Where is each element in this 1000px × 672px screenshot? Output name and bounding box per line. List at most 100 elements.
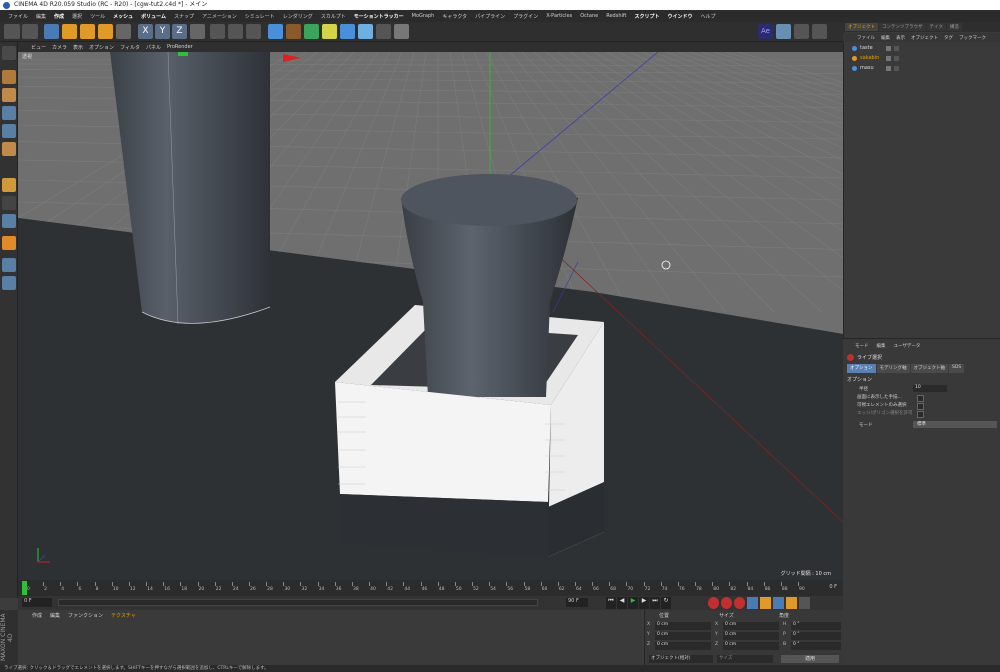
grid-icon[interactable] <box>2 276 16 290</box>
texture-mode-icon[interactable] <box>2 88 16 102</box>
3d-viewport[interactable]: 透視 グリッド間隔 : 10 cm <box>18 52 843 580</box>
polygons-mode-icon[interactable] <box>2 142 16 156</box>
coordinate-system-icon[interactable] <box>190 24 205 39</box>
menu-item[interactable]: アニメーション <box>198 13 241 20</box>
object-menu-item[interactable]: ブックマーク <box>959 35 986 41</box>
manager-tab[interactable]: 構造 <box>946 23 962 31</box>
attribute-tab[interactable]: オプション <box>847 364 876 373</box>
pen-spline-icon[interactable] <box>286 24 301 39</box>
viewport-menu-item[interactable]: 表示 <box>70 44 86 51</box>
x-axis-lock-icon[interactable]: X <box>138 24 153 39</box>
checkmark-icon[interactable] <box>894 56 899 61</box>
position-field[interactable]: 0 cm <box>655 632 711 640</box>
size-field[interactable]: 0 cm <box>723 642 779 650</box>
menu-item[interactable]: 編集 <box>32 13 50 20</box>
menu-item[interactable]: ヘルプ <box>697 13 720 20</box>
menu-item[interactable]: キャラクタ <box>438 13 471 20</box>
live-select-tool-icon[interactable] <box>44 24 59 39</box>
go-end-icon[interactable]: ⏭ <box>650 597 660 609</box>
recent-tool-icon[interactable] <box>116 24 131 39</box>
make-editable-icon[interactable] <box>2 46 16 60</box>
menu-item[interactable]: ファイル <box>4 13 32 20</box>
play-icon[interactable]: ▶ <box>628 597 638 609</box>
viewport-menu-item[interactable]: パネル <box>143 44 164 51</box>
menu-item[interactable]: ボリューム <box>137 13 170 20</box>
attribute-tab[interactable]: モデリング軸 <box>876 364 910 373</box>
object-menu-item[interactable]: タグ <box>944 35 953 41</box>
timeline-menu-icon[interactable] <box>799 597 810 609</box>
radius-field[interactable]: 10 <box>913 385 947 392</box>
record-icon[interactable] <box>708 597 719 609</box>
render-settings-icon[interactable] <box>246 24 261 39</box>
manager-tab[interactable]: テイク <box>926 23 946 31</box>
size-field[interactable]: 0 cm <box>723 632 779 640</box>
apply-button[interactable]: 適用 <box>781 655 839 663</box>
export-icon[interactable] <box>794 24 809 39</box>
loop-icon[interactable]: ↻ <box>661 597 671 609</box>
scale-tool-icon[interactable] <box>80 24 95 39</box>
viewport-menu-item[interactable]: オプション <box>86 44 117 51</box>
attribute-checkbox[interactable] <box>917 395 924 402</box>
manager-tab[interactable]: オブジェクト <box>845 23 878 31</box>
attribute-checkbox[interactable] <box>917 403 924 410</box>
render-picture-viewer-icon[interactable] <box>228 24 243 39</box>
range-slider[interactable] <box>58 599 538 606</box>
menu-item[interactable]: MoGraph <box>408 13 439 19</box>
house-icon[interactable] <box>812 24 827 39</box>
attribute-checkbox[interactable] <box>917 411 924 418</box>
y-axis-lock-icon[interactable]: Y <box>155 24 170 39</box>
position-field[interactable]: 0 cm <box>655 622 711 630</box>
coord-mode-select[interactable]: オブジェクト(相対) <box>649 655 713 663</box>
z-axis-lock-icon[interactable]: Z <box>172 24 187 39</box>
lock-workplane-icon[interactable] <box>2 258 16 272</box>
menu-item[interactable]: シミュレート <box>241 13 279 20</box>
attribute-menu-item[interactable]: ユーザデータ <box>894 343 921 351</box>
edges-mode-icon[interactable] <box>2 124 16 138</box>
manager-tab[interactable]: コンテンツブラウザ <box>879 23 926 31</box>
object-row[interactable]: sakabin <box>848 54 998 63</box>
prev-key-icon[interactable]: ◀ <box>617 597 627 609</box>
menu-item[interactable]: ツール <box>86 13 109 20</box>
camera-icon[interactable] <box>376 24 391 39</box>
current-frame-field[interactable]: 0 F <box>22 598 52 607</box>
rotation-key-icon[interactable] <box>773 597 784 609</box>
next-key-icon[interactable]: ▶ <box>639 597 649 609</box>
position-key-icon[interactable] <box>747 597 758 609</box>
object-row[interactable]: masu <box>848 64 998 73</box>
menu-item[interactable]: スナップ <box>170 13 198 20</box>
menu-item[interactable]: X-Particles <box>542 13 576 19</box>
object-menu-item[interactable]: ファイル <box>857 35 875 41</box>
menu-item[interactable]: 選択 <box>68 13 86 20</box>
subdivision-surface-icon[interactable] <box>304 24 319 39</box>
keyframe-selection-icon[interactable] <box>734 597 745 609</box>
param-key-icon[interactable] <box>786 597 797 609</box>
menu-item[interactable]: ウインドウ <box>664 13 697 20</box>
menu-item[interactable]: Redshift <box>602 13 630 19</box>
floor-scene-icon[interactable] <box>358 24 373 39</box>
visibility-dots-icon[interactable] <box>886 56 891 61</box>
playhead[interactable] <box>22 581 27 595</box>
light-bulb-icon[interactable] <box>394 24 409 39</box>
axis-mode-icon[interactable] <box>2 178 16 192</box>
viewport-menu-item[interactable]: ビュー <box>28 44 49 51</box>
menu-item[interactable]: Octane <box>576 13 602 19</box>
cube-primitive-icon[interactable] <box>268 24 283 39</box>
menu-item[interactable]: メッシュ <box>109 13 137 20</box>
render-view-icon[interactable] <box>210 24 225 39</box>
menu-item[interactable]: スカルプト <box>317 13 350 20</box>
timeline-ruler[interactable]: 0 2 4 6 8 10 12 14 16 18 20 22 24 26 28 30 32 34 36 38 40 42 4… <box>18 580 843 596</box>
cloner-icon[interactable] <box>322 24 337 39</box>
go-start-icon[interactable]: ⏮ <box>606 597 616 609</box>
angle-field[interactable]: 0 ° <box>791 632 841 640</box>
position-field[interactable]: 0 cm <box>655 642 711 650</box>
plugin-icon[interactable] <box>776 24 791 39</box>
mode-select[interactable]: 標準 <box>913 421 997 428</box>
object-row[interactable]: taste <box>848 44 998 53</box>
attribute-tab[interactable]: SDS <box>949 364 965 373</box>
points-mode-icon[interactable] <box>2 106 16 120</box>
size-field[interactable]: 0 cm <box>723 622 779 630</box>
viewport-menu-item[interactable]: ProRender <box>164 44 196 50</box>
redo-button[interactable] <box>22 24 38 39</box>
menu-item[interactable]: レンダリング <box>279 13 317 20</box>
deformer-icon[interactable] <box>340 24 355 39</box>
